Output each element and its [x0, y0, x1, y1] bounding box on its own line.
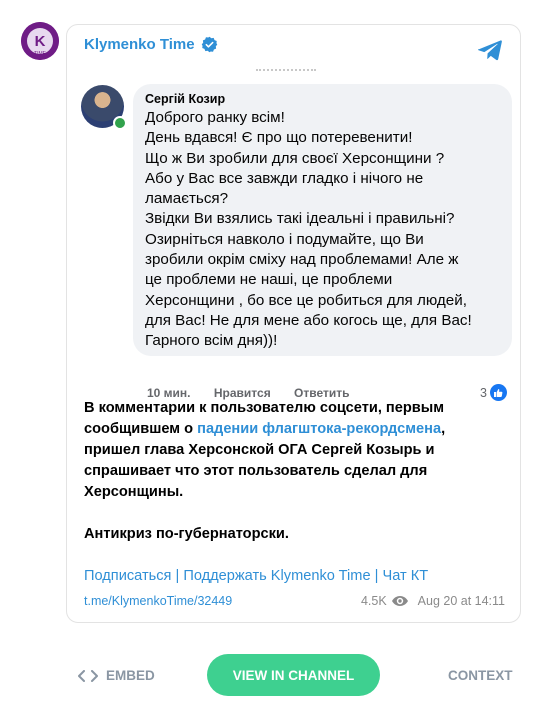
channel-avatar[interactable]: K TIME [21, 22, 59, 60]
flagpole-link[interactable]: падении флагштока-рекордсмена [197, 421, 441, 437]
message-text: В комментарии к пользователю соцсети, пе… [84, 398, 509, 545]
channel-header: Klymenko Time [84, 36, 218, 53]
post-link[interactable]: t.me/KlymenkoTime/32449 [84, 594, 232, 608]
code-brackets-icon [78, 669, 98, 682]
subscribe-link[interactable]: Подписаться [84, 568, 171, 584]
svg-text:TIME: TIME [34, 51, 47, 57]
message-line: Антикриз по-губернаторски. [84, 526, 289, 542]
chat-link[interactable]: Чат КТ [382, 568, 428, 584]
message-line: Херсонщины. [84, 484, 184, 500]
comment-line: Доброго ранку всім! [145, 109, 285, 126]
comment-bubble: Сергій Козир Доброго ранку всім! День вд… [133, 84, 512, 356]
message-line: , [441, 421, 446, 437]
comment-author: Сергій Козир [145, 92, 226, 106]
view-in-channel-button[interactable]: VIEW IN CHANNEL [207, 654, 380, 696]
online-status-icon [113, 116, 127, 130]
widget-footer: EMBED VIEW IN CHANNEL CONTEXT [0, 654, 555, 698]
context-button[interactable]: CONTEXT [448, 668, 513, 683]
post-meta: t.me/KlymenkoTime/32449 4.5K Aug 20 at 1… [84, 594, 505, 608]
comment-line: Херсонщини , бо все це робиться для люде… [145, 291, 467, 309]
message-line: сообщившем о [84, 421, 198, 437]
comment-screenshot: Сергій Козир Доброго ранку всім! День вд… [67, 69, 520, 409]
footer-links: Подписаться | Поддержать Klymenko Time |… [84, 568, 428, 584]
link-separator: | [374, 568, 379, 584]
support-link[interactable]: Поддержать Klymenko Time [183, 568, 370, 584]
comment-line: Або у Вас все завжди гладко і нічого не [145, 169, 424, 187]
message-line: спрашивает что этот пользователь сделал … [84, 463, 428, 479]
link-separator: | [175, 568, 180, 584]
post-stats: 4.5K Aug 20 at 14:11 [361, 594, 505, 608]
embed-label: EMBED [106, 668, 155, 683]
message-line: В комментарии к пользователю соцсети, пе… [84, 400, 444, 416]
comment-line: Звідки Ви взялись такі ідеальні і правил… [145, 210, 455, 228]
comment-line: ламається? [145, 190, 229, 208]
post-date[interactable]: Aug 20 at 14:11 [418, 594, 505, 608]
channel-name[interactable]: Klymenko Time [84, 36, 195, 53]
view-count: 4.5K [360, 594, 387, 608]
telegram-icon[interactable] [478, 39, 502, 61]
comment-line: Озирніться навколо і подумайте, що Ви [145, 230, 424, 248]
comment-line: це проблеми не наші, це проблеми [145, 271, 393, 289]
comment-line: День вдався! Є про що потеревенити! [145, 129, 413, 147]
comment-line: Що ж Ви зробили для своєї Херсонщини ? [145, 149, 445, 167]
comment-line: зробили окрім сміху над проблемами! Але … [145, 251, 459, 269]
embed-button[interactable]: EMBED [78, 668, 155, 683]
svg-text:K: K [35, 33, 46, 50]
divider [256, 69, 316, 72]
channel-logo-icon: K TIME [21, 22, 59, 60]
comment-line: Гарного всім дня))! [145, 332, 278, 350]
verified-badge-icon [201, 36, 217, 53]
message-card: Klymenko Time Сергій Козир Доброго ранку… [66, 24, 521, 623]
eye-icon [391, 596, 408, 606]
comment-line: для Вас! Не для мене або когось ще, для … [145, 311, 472, 329]
message-line: пришел глава Херсонской ОГА Сергей Козыр… [84, 442, 435, 458]
